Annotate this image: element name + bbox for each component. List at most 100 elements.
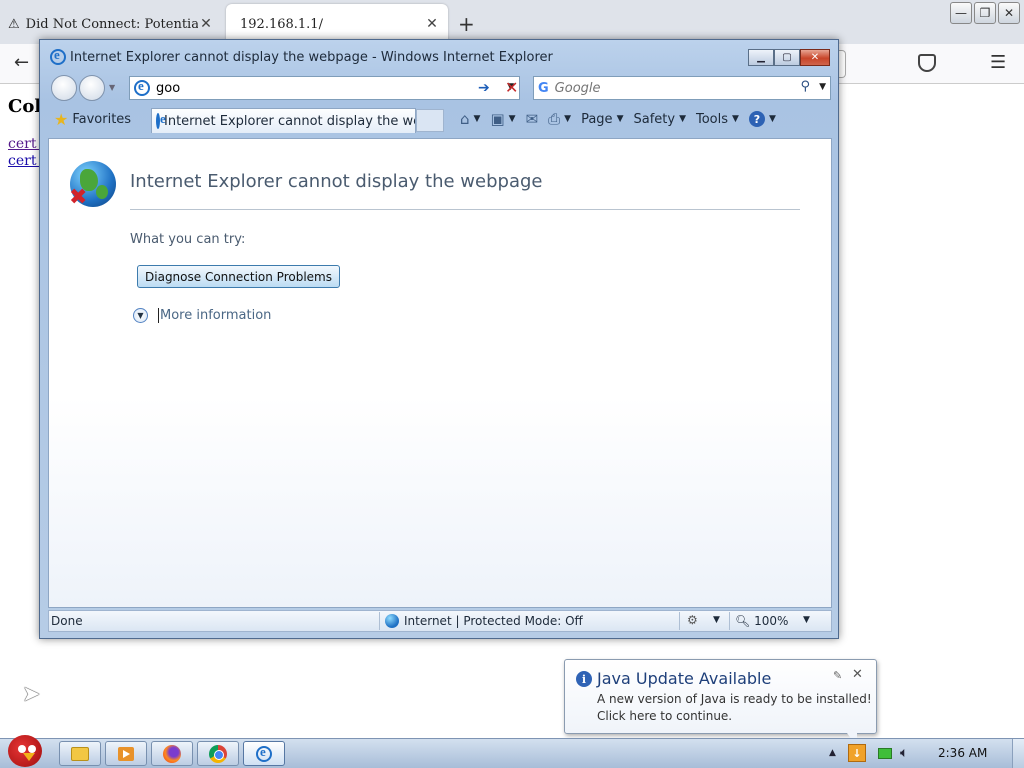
chevron-down-icon: ▼ [732,114,739,124]
expand-chevron-icon[interactable]: ▼ [133,308,148,323]
minimize-button[interactable]: — [950,2,972,24]
ie-tab[interactable]: Internet Explorer cannot display the we.… [151,108,416,133]
print-button[interactable]: ⎙ ▼ [548,110,571,128]
taskbar: ▲ ↓ 🔈︎ 2:36 AM [0,735,1024,768]
google-icon: G [538,80,549,96]
taskbar-explorer[interactable] [59,741,101,766]
search-icon[interactable]: ⚲ [800,79,810,94]
firefox-window-controls: — ❐ ✕ [950,2,1020,24]
forward-button[interactable] [79,75,105,101]
taskbar-chrome[interactable] [197,741,239,766]
firefox-tab-did-not-connect[interactable]: ⚠ Did Not Connect: Potential S ✕ [0,4,222,44]
chevron-down-icon[interactable]: ▼ [713,615,720,625]
status-bar: Done Internet | Protected Mode: Off ⚙ ▼ … [48,610,832,632]
divider [679,612,680,630]
page-icon [134,78,150,96]
close-button[interactable]: ✕ [998,2,1020,24]
back-button[interactable] [51,75,77,101]
new-tab-button[interactable] [416,109,444,132]
more-information-label[interactable]: More information [158,308,271,323]
taskbar-media-player[interactable] [105,741,147,766]
chevron-down-icon: ▼ [473,114,481,124]
home-icon: ⌂ [460,110,470,128]
tools-menu-label: Tools [696,111,729,127]
address-input[interactable] [156,80,456,96]
search-options-dropdown-icon[interactable]: ▼ [819,82,826,92]
add-ons-icon[interactable]: ⚙ [687,613,698,627]
network-icon[interactable] [878,748,892,759]
tab-label: Internet Explorer cannot display the we.… [164,113,416,129]
restore-button[interactable]: ❐ [974,2,996,24]
divider [379,612,380,630]
mouse-cursor-icon: ➤ [22,682,41,707]
internet-explorer-icon [156,111,166,129]
zone-label: Internet | Protected Mode: Off [404,614,583,628]
stop-icon[interactable]: ✕ [505,78,518,97]
tab-label: 192.168.1.1/ [240,16,323,32]
favorites-row: ★ Favorites Internet Explorer cannot dis… [48,106,834,134]
window-title-bar: Internet Explorer cannot display the web… [50,47,553,65]
feeds-button[interactable]: ▣ ▼ [490,110,515,128]
minimize-button[interactable]: ▁ [748,49,774,66]
close-tab-icon[interactable]: ✕ [198,16,214,32]
options-wrench-icon[interactable]: ✎ [833,669,842,682]
rss-icon: ▣ [490,110,505,128]
search-box[interactable]: G ⚲ ▼ [533,76,831,100]
more-information-toggle[interactable]: ▼ More information [133,308,271,323]
bird-eye [18,745,26,753]
new-tab-button[interactable]: + [458,12,475,36]
favorites-button[interactable]: ★ Favorites [54,110,131,129]
favorites-label: Favorites [72,112,132,127]
taskbar-internet-explorer[interactable] [243,741,285,766]
zoom-level[interactable]: 🔍︎ 100% [735,614,788,628]
internet-explorer-icon [256,744,272,762]
window-caption-buttons: ▁ ▢ ✕ [748,49,830,66]
read-mail-button[interactable]: ✉ [526,110,539,128]
hamburger-menu-icon[interactable]: ☰ [990,52,1006,73]
close-button[interactable]: ✕ [800,49,830,66]
close-tab-icon[interactable]: ✕ [424,16,440,32]
home-button[interactable]: ⌂ ▼ [460,110,480,128]
internet-zone-icon [385,614,399,628]
tools-menu[interactable]: Tools ▼ [696,112,739,127]
java-update-notification[interactable]: i Java Update Available A new version of… [564,659,877,747]
help-menu[interactable]: ? ▼ [748,111,776,127]
go-arrow-icon[interactable]: ➔ [478,80,490,96]
chevron-down-icon: ▼ [768,114,776,124]
security-zone[interactable]: Internet | Protected Mode: Off [385,614,583,628]
command-bar: ⌂ ▼ ▣ ▼ ✉ ⎙ ▼ Page ▼ Safety ▼ Tools ▼ ? ▼ [460,110,786,128]
close-icon[interactable]: ✕ [852,667,863,682]
java-update-tray-icon[interactable]: ↓ [848,744,866,762]
chevron-down-icon: ▼ [616,114,624,124]
printer-icon: ⎙ [548,110,561,128]
zoom-dropdown-icon[interactable]: ▼ [803,615,810,625]
search-input[interactable] [554,80,775,96]
taskbar-firefox[interactable] [151,741,193,766]
address-bar[interactable]: ▼ [129,76,520,100]
pocket-icon[interactable] [918,54,936,72]
firefox-tab-bar: ⚠ Did Not Connect: Potential S ✕ 192.168… [0,0,1024,44]
internet-explorer-icon [50,47,66,65]
maximize-button[interactable]: ▢ [774,49,800,66]
notification-line: Click here to continue. [597,709,733,723]
recent-pages-dropdown-icon[interactable]: ▼ [109,83,115,92]
page-menu-label: Page [581,111,613,127]
page-menu[interactable]: Page ▼ [581,112,623,127]
volume-icon[interactable]: 🔈︎ [900,745,908,761]
safety-menu-label: Safety [633,111,676,127]
notification-body[interactable]: A new version of Java is ready to be ins… [597,691,872,725]
page-content: ✖ Internet Explorer cannot display the w… [48,138,832,608]
firefox-tab-router[interactable]: 192.168.1.1/ ✕ [226,4,448,44]
chevron-down-icon: ▼ [679,114,686,124]
favorites-star-icon: ★ [54,110,69,129]
back-arrow-icon[interactable]: ← [14,52,29,73]
show-desktop-button[interactable] [1012,739,1024,768]
diagnose-connection-button[interactable]: Diagnose Connection Problems [137,265,340,288]
navigation-row: ▼ ▼ ➔ ✕ G ⚲ ▼ [48,75,834,103]
clock[interactable]: 2:36 AM [938,746,987,760]
start-button[interactable] [2,731,46,767]
show-hidden-icons-icon[interactable]: ▲ [829,748,836,758]
internet-explorer-window: Internet Explorer cannot display the web… [39,39,839,639]
safety-menu[interactable]: Safety ▼ [633,112,686,127]
notification-line: A new version of Java is ready to be ins… [597,692,872,706]
